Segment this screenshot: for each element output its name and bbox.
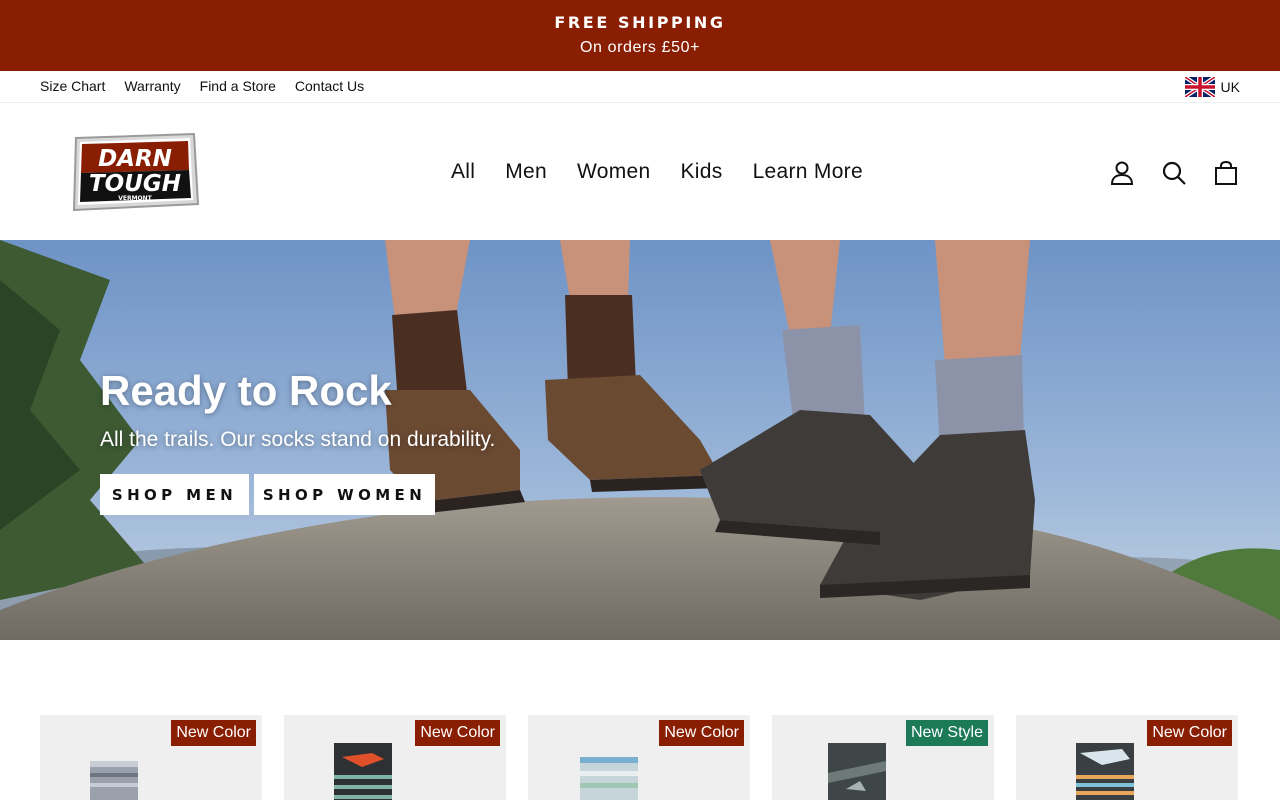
hero-subtitle: All the trails. Our socks stand on durab… xyxy=(100,428,496,451)
nav-learn-more[interactable]: Learn More xyxy=(753,160,863,184)
account-icon[interactable] xyxy=(1108,159,1136,187)
darn-tough-logo[interactable]: DARN TOUGH VERMONT xyxy=(68,132,202,212)
size-chart-link[interactable]: Size Chart xyxy=(40,78,105,94)
svg-text:VERMONT: VERMONT xyxy=(118,195,152,202)
warranty-link[interactable]: Warranty xyxy=(124,78,180,94)
shop-women-button[interactable]: SHOP WOMEN xyxy=(254,474,435,515)
sock-image xyxy=(1076,743,1134,800)
utility-bar: Size Chart Warranty Find a Store Contact… xyxy=(0,71,1280,103)
new-color-badge: New Color xyxy=(659,720,744,746)
main-nav: All Men Women Kids Learn More xyxy=(451,160,863,184)
cart-icon[interactable] xyxy=(1212,159,1240,187)
locale-selector[interactable]: UK xyxy=(1184,77,1240,97)
hero-title: Ready to Rock xyxy=(100,367,392,414)
product-card[interactable]: New Color xyxy=(1016,715,1238,800)
nav-men[interactable]: Men xyxy=(505,160,547,184)
hero-buttons: SHOP MEN SHOP WOMEN xyxy=(100,474,435,515)
new-color-badge: New Color xyxy=(1147,720,1232,746)
hero-banner: Ready to Rock All the trails. Our socks … xyxy=(0,240,1280,640)
new-color-badge: New Color xyxy=(171,720,256,746)
announcement-subtitle: On orders £50+ xyxy=(579,39,701,56)
announcement-title: FREE SHIPPING xyxy=(554,13,726,32)
shop-men-button[interactable]: SHOP MEN xyxy=(100,474,249,515)
header-icons xyxy=(1108,159,1240,187)
product-card[interactable]: New Color xyxy=(528,715,750,800)
svg-text:DARN: DARN xyxy=(98,146,172,172)
product-card[interactable]: New Color xyxy=(40,715,262,800)
product-card[interactable]: New Color xyxy=(284,715,506,800)
new-color-badge: New Color xyxy=(415,720,500,746)
nav-women[interactable]: Women xyxy=(577,160,650,184)
product-grid: New Color New Color New Color New Style xyxy=(40,715,1240,800)
locale-label: UK xyxy=(1220,79,1240,95)
product-card[interactable]: New Style xyxy=(772,715,994,800)
find-a-store-link[interactable]: Find a Store xyxy=(200,78,276,94)
announcement-bar: FREE SHIPPING On orders £50+ xyxy=(0,0,1280,71)
site-header: DARN TOUGH VERMONT All Men Women Kids Le… xyxy=(0,103,1280,240)
uk-flag-icon xyxy=(1184,77,1215,97)
contact-us-link[interactable]: Contact Us xyxy=(295,78,364,94)
nav-kids[interactable]: Kids xyxy=(681,160,723,184)
sock-image xyxy=(580,757,638,800)
sock-image xyxy=(334,743,392,800)
sock-image xyxy=(828,743,886,800)
utility-links: Size Chart Warranty Find a Store Contact… xyxy=(40,78,364,94)
sock-image xyxy=(90,761,138,800)
new-style-badge: New Style xyxy=(905,720,988,746)
svg-text:TOUGH: TOUGH xyxy=(89,171,181,197)
nav-all[interactable]: All xyxy=(451,160,475,184)
search-icon[interactable] xyxy=(1160,159,1188,187)
